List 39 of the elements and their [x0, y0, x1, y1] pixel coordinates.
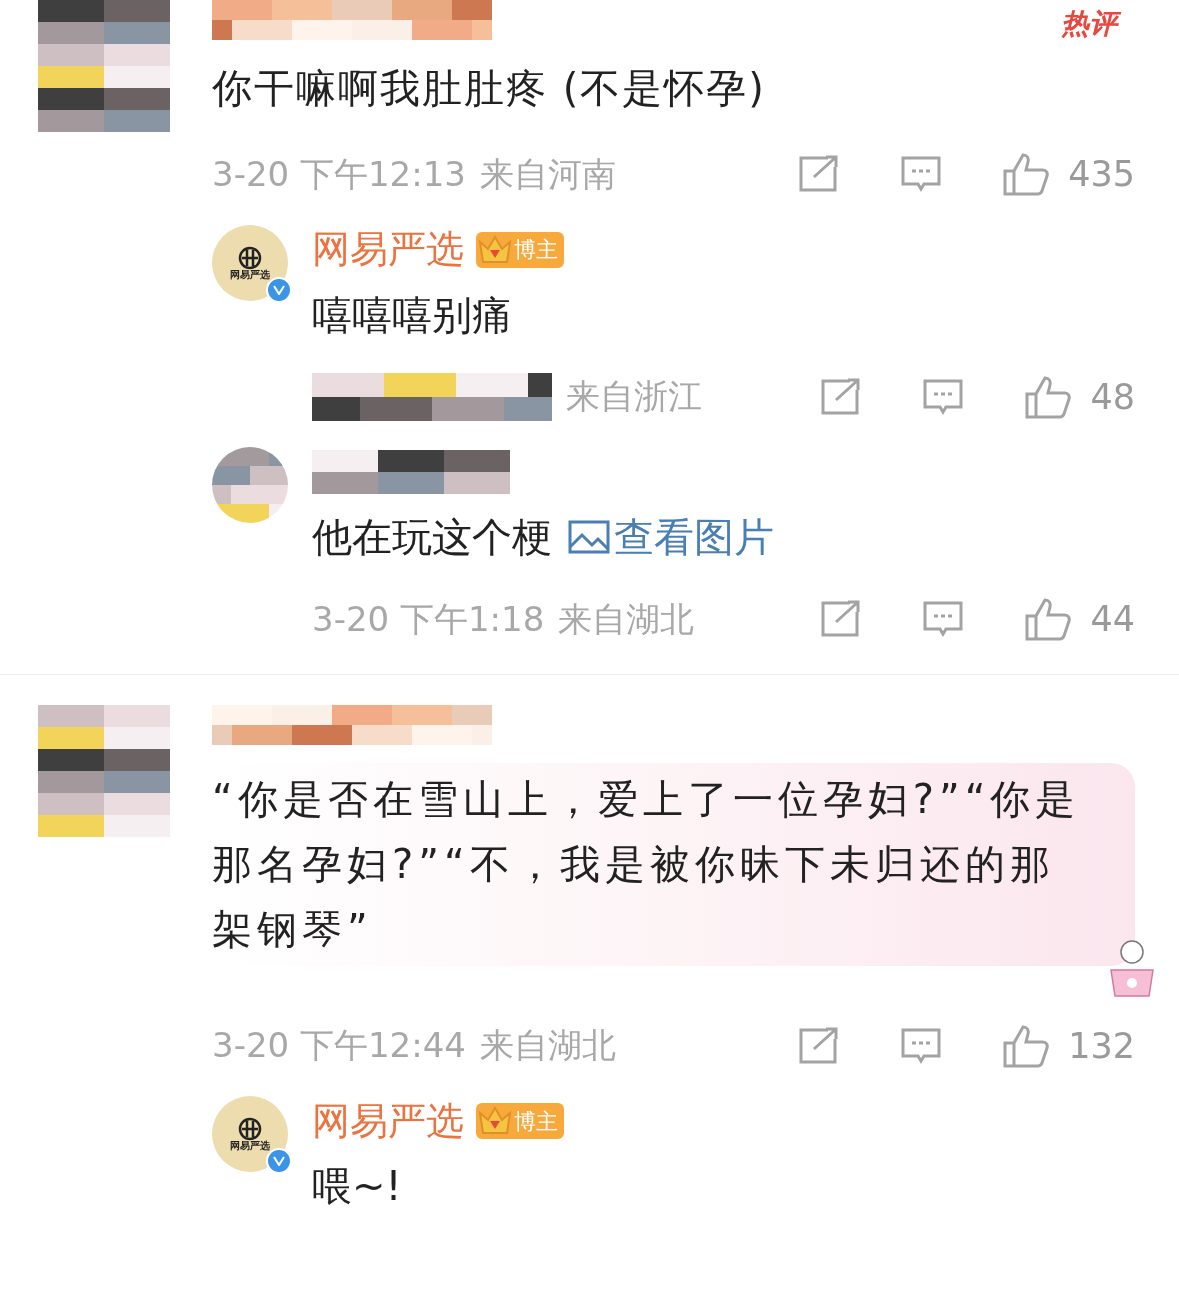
badge-label: 博主 — [514, 236, 558, 264]
avatar-label: 网易严选 — [230, 1141, 270, 1151]
comment-time: 3-20 下午12:13 — [212, 152, 466, 196]
comment-icon[interactable] — [900, 155, 943, 194]
avatar-label: 网易严选 — [230, 269, 270, 280]
author-name[interactable]: 网易严选 — [312, 221, 464, 278]
share-icon[interactable] — [798, 1026, 841, 1065]
share-icon[interactable] — [820, 377, 863, 416]
image-icon — [568, 519, 610, 555]
comment-text: 你干嘛啊我肚肚疼 (不是怀孕) — [212, 64, 767, 113]
like-count: 435 — [1068, 153, 1135, 196]
like-count: 48 — [1090, 375, 1135, 419]
like-count: 132 — [1068, 1024, 1135, 1068]
reply-text: 喂~! — [312, 1162, 402, 1211]
like-icon[interactable] — [1024, 597, 1073, 642]
like-icon[interactable] — [1024, 374, 1073, 419]
share-icon[interactable] — [820, 600, 863, 639]
comment-location: 来自河南 — [479, 152, 616, 196]
comment-time: 3-20 下午12:44 — [212, 1024, 466, 1068]
comment-icon[interactable] — [900, 1026, 943, 1065]
hot-comment-tag: 热评 — [1057, 4, 1125, 44]
author-name[interactable]: 网易严选 — [312, 1092, 464, 1150]
badge-label: 博主 — [514, 1107, 558, 1136]
view-image-link[interactable]: 查看图片 — [568, 511, 774, 563]
comment-icon[interactable] — [922, 377, 965, 416]
share-icon[interactable] — [798, 155, 841, 194]
comment-location: 来自湖北 — [558, 597, 695, 641]
reply-text: 嘻嘻嘻别痛 — [312, 290, 512, 340]
like-count: 44 — [1090, 598, 1135, 641]
comment-time: 3-20 下午1:18 — [312, 597, 545, 641]
like-icon[interactable] — [1002, 1023, 1051, 1068]
reply-text: 他在玩这个梗 — [312, 513, 552, 562]
comment-text: “你是否在雪山上，爱上了一位孕妇?”“你是那名孕妇?”“不，我是被你昧下未归还的那架钢琴” — [212, 762, 1135, 966]
logo-icon — [237, 245, 263, 270]
comment-location: 来自湖北 — [479, 1024, 616, 1068]
comment-icon[interactable] — [922, 600, 965, 639]
logo-icon — [237, 1117, 263, 1141]
like-icon[interactable] — [1002, 152, 1051, 197]
comment-location: 来自浙江 — [566, 375, 702, 419]
